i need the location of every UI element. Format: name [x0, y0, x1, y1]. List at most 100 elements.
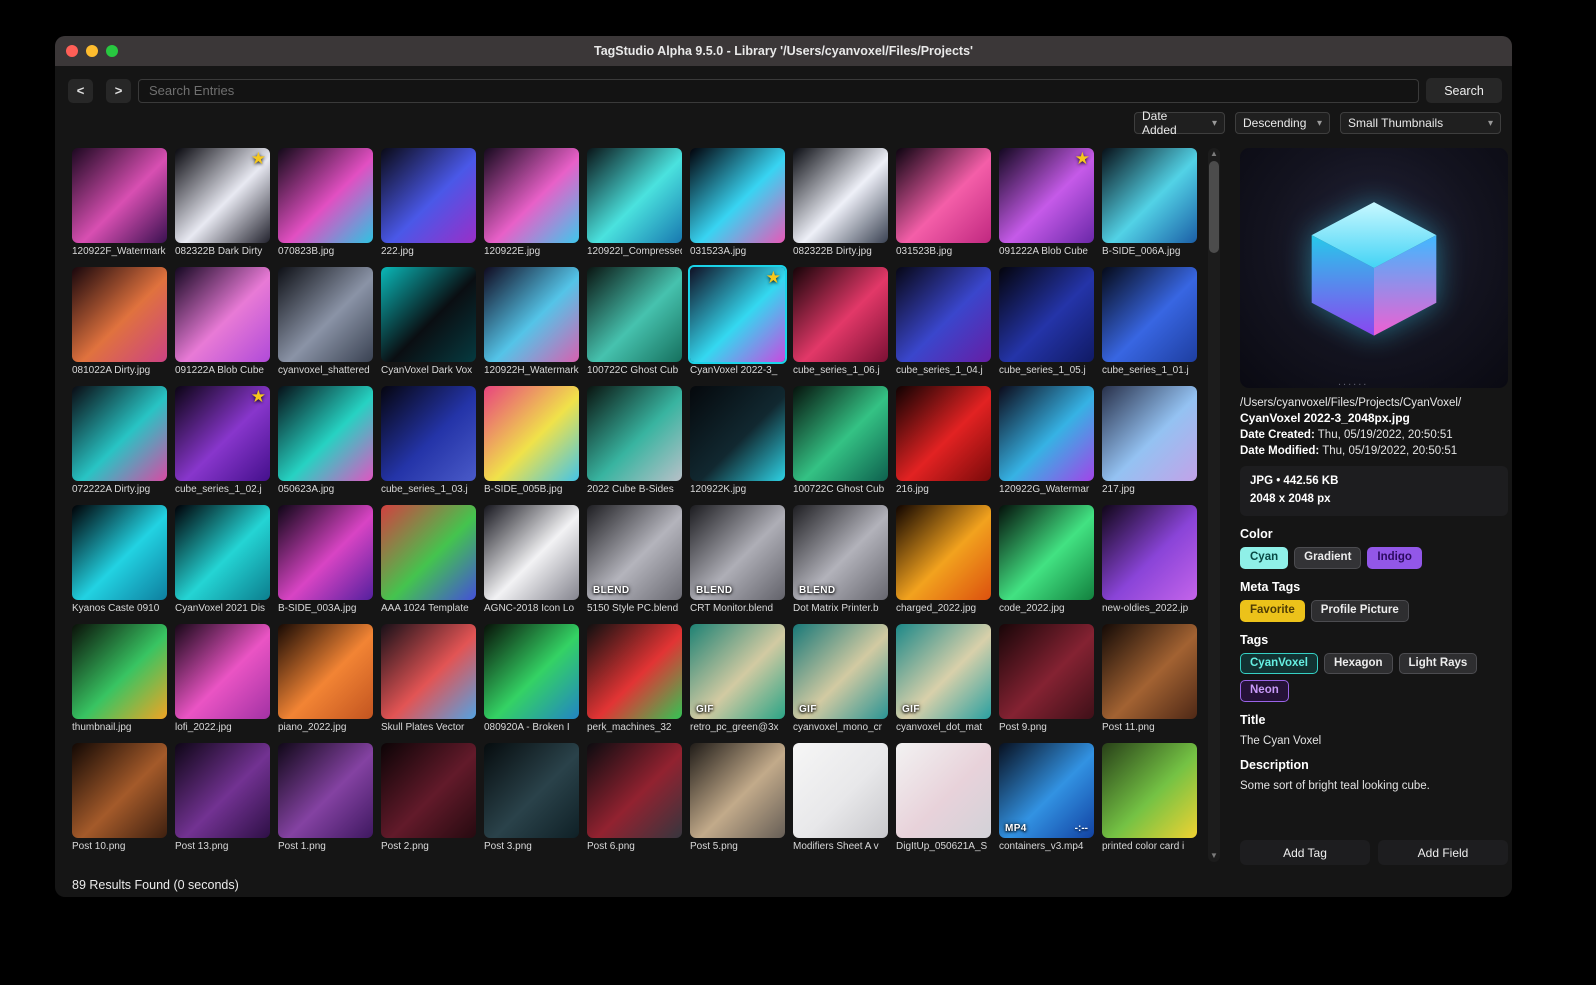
thumbnail-image[interactable]: [690, 386, 785, 481]
thumbnail-image[interactable]: [484, 148, 579, 243]
thumbnail-image[interactable]: [484, 386, 579, 481]
thumbnail-image[interactable]: [278, 386, 373, 481]
thumbnail-image[interactable]: [278, 267, 373, 362]
thumbnail-image[interactable]: GIF: [793, 624, 888, 719]
thumbnail-image[interactable]: [793, 148, 888, 243]
thumbnail-image[interactable]: [1102, 267, 1197, 362]
thumbnail-image[interactable]: [690, 743, 785, 838]
search-input[interactable]: [138, 78, 1419, 103]
thumbnail-image[interactable]: [484, 624, 579, 719]
thumbnail-image[interactable]: [1102, 386, 1197, 481]
thumbnail-image[interactable]: BLEND: [690, 505, 785, 600]
scrollbar-thumb[interactable]: [1209, 161, 1219, 253]
thumbnail-image[interactable]: [381, 148, 476, 243]
thumbnail-label: 120922F_Watermark: [72, 246, 166, 257]
maximize-window-button[interactable]: [106, 45, 118, 57]
thumbnail-image[interactable]: [72, 267, 167, 362]
thumbnail-image[interactable]: [999, 267, 1094, 362]
thumbnail-image[interactable]: [278, 148, 373, 243]
thumbnail-image[interactable]: [381, 505, 476, 600]
tag-pill[interactable]: Hexagon: [1323, 652, 1393, 675]
thumbnail-label: 070823B.jpg: [278, 246, 335, 257]
grid-cell: Post 5.png: [690, 743, 785, 854]
minimize-window-button[interactable]: [86, 45, 98, 57]
thumbnail-image[interactable]: ★: [999, 148, 1094, 243]
thumbnail-image[interactable]: [896, 505, 991, 600]
tag-pill[interactable]: Light Rays: [1398, 652, 1478, 675]
date-modified-label: Date Modified:: [1240, 445, 1320, 457]
thumbnail-image[interactable]: [587, 743, 682, 838]
thumbnail-image[interactable]: [587, 267, 682, 362]
thumbnail-image[interactable]: [793, 267, 888, 362]
thumbnail-image[interactable]: BLEND: [587, 505, 682, 600]
add-field-button[interactable]: Add Field: [1378, 840, 1508, 865]
thumbnail-image[interactable]: [1102, 505, 1197, 600]
thumbnail-image[interactable]: [690, 148, 785, 243]
thumbnail-image[interactable]: [381, 743, 476, 838]
scroll-down-arrow-icon[interactable]: ▼: [1208, 850, 1220, 862]
thumbnail-image[interactable]: [999, 505, 1094, 600]
thumbnail-image[interactable]: [381, 386, 476, 481]
thumbnail-image[interactable]: [72, 624, 167, 719]
thumbnail-image[interactable]: [381, 624, 476, 719]
forward-button[interactable]: >: [106, 78, 131, 103]
tag-pill[interactable]: Cyan: [1240, 546, 1289, 569]
thumbnail-image[interactable]: [896, 743, 991, 838]
add-tag-button[interactable]: Add Tag: [1240, 840, 1370, 865]
sort-order-dropdown[interactable]: Descending ▾: [1235, 112, 1330, 134]
thumbnail-image[interactable]: [278, 505, 373, 600]
tag-pill[interactable]: Profile Picture: [1310, 599, 1409, 622]
thumbnail-image[interactable]: [175, 267, 270, 362]
thumbnail-image[interactable]: [278, 743, 373, 838]
thumbnail-label: 082322B Dark Dirty: [175, 246, 263, 257]
back-button[interactable]: <: [68, 78, 93, 103]
thumbnail-image[interactable]: GIF: [896, 624, 991, 719]
sort-field-dropdown[interactable]: Date Added ▾: [1134, 109, 1225, 137]
thumbnail-image[interactable]: [1102, 148, 1197, 243]
thumbnail-image[interactable]: ★: [175, 148, 270, 243]
scroll-up-arrow-icon[interactable]: ▲: [1208, 148, 1220, 160]
thumbnail-image[interactable]: [72, 505, 167, 600]
thumbnail-image[interactable]: [896, 386, 991, 481]
thumbnail-image[interactable]: [1102, 743, 1197, 838]
thumbnail-image[interactable]: ★: [175, 386, 270, 481]
thumbnail-image[interactable]: [278, 624, 373, 719]
tag-pill[interactable]: Favorite: [1240, 599, 1305, 622]
thumbnail-image[interactable]: [175, 743, 270, 838]
thumbnail-image[interactable]: [381, 267, 476, 362]
tag-pill[interactable]: Neon: [1240, 680, 1289, 703]
tag-pill[interactable]: CyanVoxel: [1240, 652, 1318, 675]
thumbnail-image[interactable]: ★: [688, 265, 787, 364]
thumbnail-size-dropdown[interactable]: Small Thumbnails ▾: [1340, 112, 1501, 134]
thumbnail-image[interactable]: MP4 -:--: [999, 743, 1094, 838]
tag-pill[interactable]: Gradient: [1294, 546, 1362, 569]
thumbnail-image[interactable]: GIF: [690, 624, 785, 719]
thumbnail-image[interactable]: [793, 743, 888, 838]
thumbnail-image[interactable]: [175, 624, 270, 719]
thumbnail-image[interactable]: [72, 148, 167, 243]
thumbnail-image[interactable]: [484, 267, 579, 362]
thumbnail-image[interactable]: [587, 624, 682, 719]
thumbnail-image[interactable]: [896, 148, 991, 243]
thumbnail-image[interactable]: [484, 505, 579, 600]
thumbnail-image[interactable]: [484, 743, 579, 838]
date-modified-value: Thu, 05/19/2022, 20:50:51: [1322, 445, 1458, 457]
thumbnail-image[interactable]: BLEND: [793, 505, 888, 600]
close-window-button[interactable]: [66, 45, 78, 57]
favorite-star-icon: ★: [1074, 149, 1090, 168]
thumbnail-image[interactable]: [999, 386, 1094, 481]
thumbnail-image[interactable]: [999, 624, 1094, 719]
thumbnail-image[interactable]: [72, 386, 167, 481]
thumbnail-image[interactable]: [793, 386, 888, 481]
thumbnail-image[interactable]: [72, 743, 167, 838]
thumbnail-label: 222.jpg: [381, 246, 414, 257]
grid-cell: 217.jpg: [1102, 386, 1197, 497]
thumbnail-image[interactable]: [1102, 624, 1197, 719]
thumbnail-label: Post 13.png: [175, 841, 229, 852]
thumbnail-image[interactable]: [587, 386, 682, 481]
thumbnail-image[interactable]: [896, 267, 991, 362]
tag-pill[interactable]: Indigo: [1367, 546, 1422, 569]
thumbnail-image[interactable]: [587, 148, 682, 243]
search-button[interactable]: Search: [1426, 78, 1502, 103]
thumbnail-image[interactable]: [175, 505, 270, 600]
